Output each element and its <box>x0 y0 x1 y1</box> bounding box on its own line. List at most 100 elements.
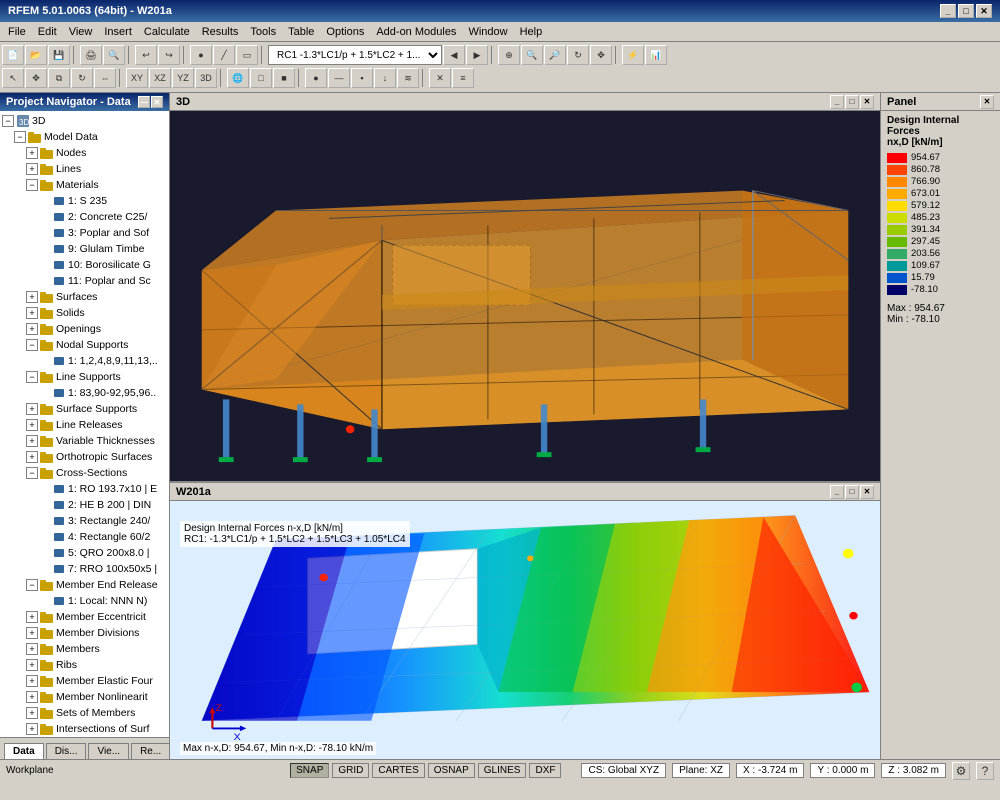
tree-item-intersections[interactable]: +Intersections of Surf <box>2 721 167 737</box>
cartes-btn[interactable]: CARTES <box>372 763 424 778</box>
vp-close-btn[interactable]: ✕ <box>860 95 874 109</box>
tree-item-solids[interactable]: +Solids <box>2 305 167 321</box>
tree-item-surfaces[interactable]: +Surfaces <box>2 289 167 305</box>
expand-line-releases[interactable]: + <box>26 419 38 431</box>
expand-lines[interactable]: + <box>26 163 38 175</box>
show-surf-btn[interactable]: ▪ <box>351 68 373 88</box>
grid-btn[interactable]: GRID <box>332 763 369 778</box>
menu-edit[interactable]: Edit <box>32 24 63 40</box>
properties-btn[interactable]: ≡ <box>452 68 474 88</box>
tree-item-cs-5[interactable]: 5: QRO 200x8.0 | <box>2 545 167 561</box>
menu-tools[interactable]: Tools <box>244 24 282 40</box>
expand-surface-supports[interactable]: + <box>26 403 38 415</box>
tree-item-mat-3[interactable]: 3: Poplar and Sof <box>2 225 167 241</box>
expand-line-supports[interactable]: − <box>26 371 38 383</box>
node-btn[interactable]: ● <box>190 45 212 65</box>
delete-btn[interactable]: ✕ <box>429 68 451 88</box>
menu-view[interactable]: View <box>63 24 99 40</box>
expand-ribs[interactable]: + <box>26 659 38 671</box>
redo-btn[interactable]: ↪ <box>158 45 180 65</box>
tree-item-ribs[interactable]: +Ribs <box>2 657 167 673</box>
tree-item-member-end-rel[interactable]: −Member End Release <box>2 577 167 593</box>
expand-member-elastic[interactable]: + <box>26 675 38 687</box>
show-nodes-btn[interactable]: ● <box>305 68 327 88</box>
tree-item-cross-sections[interactable]: −Cross-Sections <box>2 465 167 481</box>
view-yz-btn[interactable]: YZ <box>172 68 194 88</box>
show-members-btn[interactable]: — <box>328 68 350 88</box>
menu-calculate[interactable]: Calculate <box>138 24 196 40</box>
dxf-btn[interactable]: DXF <box>529 763 561 778</box>
tree-item-cs-1[interactable]: 1: RO 193.7x10 | E <box>2 481 167 497</box>
view-xz-btn[interactable]: XZ <box>149 68 171 88</box>
vp-min-btn[interactable]: _ <box>830 95 844 109</box>
view-3d-btn[interactable]: 3D <box>195 68 217 88</box>
expand-intersections[interactable]: + <box>26 723 38 735</box>
expand-materials[interactable]: − <box>26 179 38 191</box>
menu-results[interactable]: Results <box>196 24 245 40</box>
expand-solids[interactable]: + <box>26 307 38 319</box>
zoom-all-btn[interactable]: ⊕ <box>498 45 520 65</box>
results-btn[interactable]: 📊 <box>645 45 667 65</box>
expand-sets-members[interactable]: + <box>26 707 38 719</box>
nav-pin-btn[interactable]: — <box>138 96 150 108</box>
expand-member-eccentr[interactable]: + <box>26 611 38 623</box>
tree-item-line-releases[interactable]: +Line Releases <box>2 417 167 433</box>
snap-btn[interactable]: SNAP <box>290 763 329 778</box>
expand-nodes[interactable]: + <box>26 147 38 159</box>
vp2-min-btn[interactable]: _ <box>830 485 844 499</box>
rotate3d-btn[interactable]: ↻ <box>71 68 93 88</box>
tree-item-lines[interactable]: +Lines <box>2 161 167 177</box>
show-results-btn[interactable]: ≋ <box>397 68 419 88</box>
pan-btn[interactable]: ✥ <box>590 45 612 65</box>
expand-member-nonlin[interactable]: + <box>26 691 38 703</box>
open-btn[interactable]: 📂 <box>25 45 47 65</box>
menu-file[interactable]: File <box>2 24 32 40</box>
expand-3d[interactable]: − <box>2 115 14 127</box>
expand-members[interactable]: + <box>26 643 38 655</box>
undo-btn[interactable]: ↩ <box>135 45 157 65</box>
glines-btn[interactable]: GLINES <box>478 763 527 778</box>
osnap-btn[interactable]: OSNAP <box>428 763 475 778</box>
tree-item-cs-4[interactable]: 4: Rectangle 60/2 <box>2 529 167 545</box>
tab-display[interactable]: Dis... <box>46 743 87 759</box>
tab-data[interactable]: Data <box>4 743 44 759</box>
mirror-btn[interactable]: ⇔ <box>94 68 116 88</box>
render-btn[interactable]: 🌐 <box>227 68 249 88</box>
tree-item-materials[interactable]: −Materials <box>2 177 167 193</box>
move-btn[interactable]: ✥ <box>25 68 47 88</box>
expand-variable-thick[interactable]: + <box>26 435 38 447</box>
expand-member-divis[interactable]: + <box>26 627 38 639</box>
tree-item-mat-10[interactable]: 10: Borosilicate G <box>2 257 167 273</box>
tree-item-mer-1[interactable]: 1: Local: NNN N) <box>2 593 167 609</box>
tree-item-model-data[interactable]: −Model Data <box>2 129 167 145</box>
new-btn[interactable]: 📄 <box>2 45 24 65</box>
zoom-out-btn[interactable]: 🔎 <box>544 45 566 65</box>
minimize-button[interactable]: _ <box>940 4 956 18</box>
wire-btn[interactable]: □ <box>250 68 272 88</box>
view-xy-btn[interactable]: XY <box>126 68 148 88</box>
menu-addons[interactable]: Add-on Modules <box>370 24 462 40</box>
menu-insert[interactable]: Insert <box>98 24 138 40</box>
tree-item-mat-11[interactable]: 11: Poplar and Sc <box>2 273 167 289</box>
tree-item-member-divis[interactable]: +Member Divisions <box>2 625 167 641</box>
vp2-close-btn[interactable]: ✕ <box>860 485 874 499</box>
tree-item-member-eccentr[interactable]: +Member Eccentricit <box>2 609 167 625</box>
vp2-max-btn[interactable]: □ <box>845 485 859 499</box>
tree-item-openings[interactable]: +Openings <box>2 321 167 337</box>
settings-icon[interactable]: ⚙ <box>952 762 970 780</box>
zoom-in-btn[interactable]: 🔍 <box>521 45 543 65</box>
expand-model-data[interactable]: − <box>14 131 26 143</box>
expand-orthotropic[interactable]: + <box>26 451 38 463</box>
tree-item-nodes[interactable]: +Nodes <box>2 145 167 161</box>
tree-item-ns-1[interactable]: 1: 1,2,4,8,9,11,13,.. <box>2 353 167 369</box>
menu-window[interactable]: Window <box>462 24 513 40</box>
shade-btn[interactable]: ■ <box>273 68 295 88</box>
select-btn[interactable]: ↖ <box>2 68 24 88</box>
tab-results[interactable]: Re... <box>131 743 170 759</box>
calc-btn[interactable]: ⚡ <box>622 45 644 65</box>
tree-item-member-elastic[interactable]: +Member Elastic Four <box>2 673 167 689</box>
expand-openings[interactable]: + <box>26 323 38 335</box>
line-btn[interactable]: ╱ <box>213 45 235 65</box>
print-prev-btn[interactable]: 🔍 <box>103 45 125 65</box>
print-btn[interactable]: 🖨 <box>80 45 102 65</box>
